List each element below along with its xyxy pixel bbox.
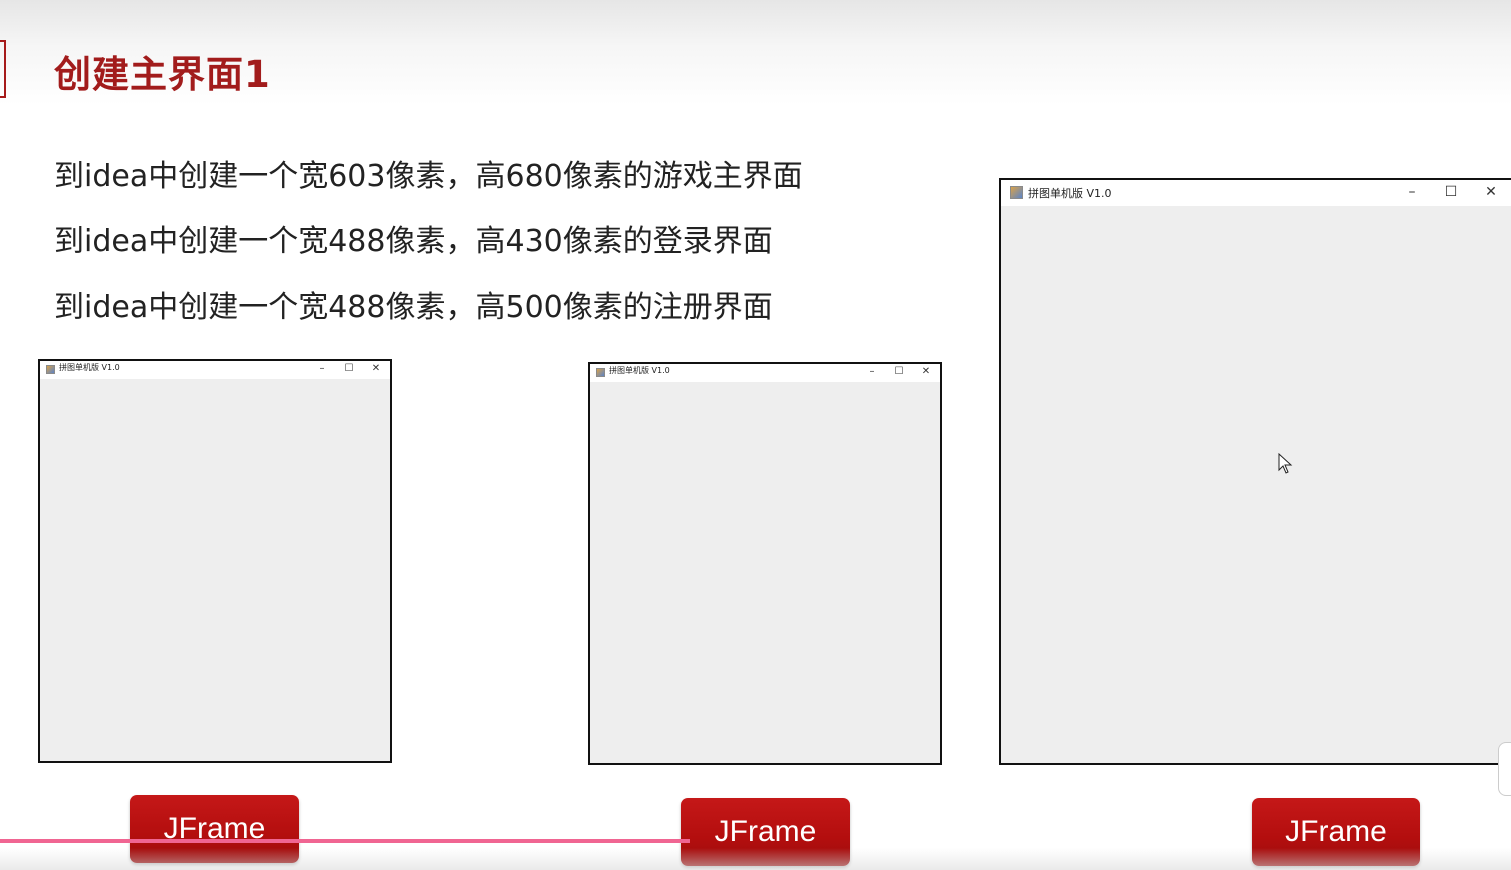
minimize-icon[interactable]: – — [1401, 180, 1423, 204]
window-title: 拼图单机版 V1.0 — [609, 366, 670, 375]
video-progress-bar[interactable] — [0, 839, 690, 843]
window-title: 拼图单机版 V1.0 — [59, 363, 120, 372]
mouse-cursor-icon — [1278, 453, 1293, 474]
close-icon[interactable]: ✕ — [368, 361, 384, 377]
instruction-line-2: 到idea中创建一个宽488像素，高430像素的登录界面 — [54, 224, 773, 259]
jframe-window-1[interactable]: 拼图单机版 V1.0 – ☐ ✕ — [38, 359, 392, 763]
side-panel-handle[interactable] — [1498, 742, 1511, 796]
instruction-line-3: 到idea中创建一个宽488像素，高500像素的注册界面 — [54, 290, 773, 325]
jframe-window-3[interactable]: 拼图单机版 V1.0 – ☐ ✕ — [999, 178, 1511, 765]
window-titlebar[interactable]: 拼图单机版 V1.0 – ☐ ✕ — [40, 361, 390, 379]
instruction-line-1: 到idea中创建一个宽603像素，高680像素的游戏主界面 — [54, 159, 803, 194]
maximize-icon[interactable]: ☐ — [891, 364, 907, 380]
java-app-icon — [1010, 186, 1023, 199]
minimize-icon[interactable]: – — [314, 361, 330, 377]
minimize-icon[interactable]: – — [864, 364, 880, 380]
jframe-window-2[interactable]: 拼图单机版 V1.0 – ☐ ✕ — [588, 362, 942, 765]
bottom-fade — [0, 848, 1511, 870]
close-icon[interactable]: ✕ — [918, 364, 934, 380]
java-app-icon — [596, 368, 605, 377]
close-icon[interactable]: ✕ — [1480, 180, 1502, 204]
maximize-icon[interactable]: ☐ — [1440, 180, 1462, 204]
window-titlebar[interactable]: 拼图单机版 V1.0 – ☐ ✕ — [1001, 180, 1511, 206]
java-app-icon — [46, 365, 55, 374]
window-titlebar[interactable]: 拼图单机版 V1.0 – ☐ ✕ — [590, 364, 940, 382]
window-title: 拼图单机版 V1.0 — [1028, 187, 1112, 200]
maximize-icon[interactable]: ☐ — [341, 361, 357, 377]
title-marker — [0, 40, 6, 98]
slide-title: 创建主界面1 — [54, 53, 271, 96]
